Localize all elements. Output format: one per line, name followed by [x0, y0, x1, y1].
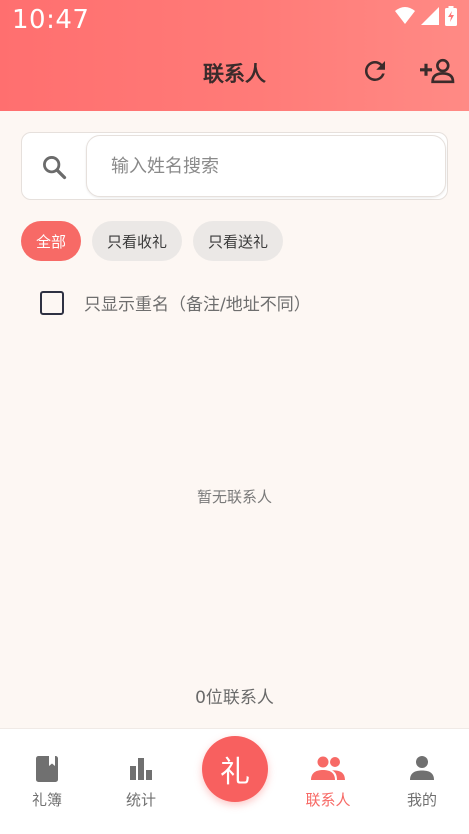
nav-item-contacts[interactable]: 联系人 — [281, 729, 375, 834]
status-bar: 10:47 — [0, 0, 469, 40]
search-box — [21, 132, 448, 200]
empty-state-message: 暂无联系人 — [196, 488, 272, 506]
person-add-icon — [420, 58, 455, 84]
status-icons — [395, 6, 457, 30]
refresh-icon — [364, 60, 385, 81]
duplicate-name-label[interactable]: 只显示重名（备注/地址不同） — [84, 290, 311, 315]
filter-chip-row: 全部 只看收礼 只看送礼 — [21, 221, 284, 261]
page-title: 联系人 — [203, 62, 266, 86]
search-icon — [43, 156, 67, 180]
person-icon — [410, 756, 434, 780]
refresh-button[interactable] — [360, 56, 390, 86]
add-contact-button[interactable] — [420, 56, 456, 86]
nav-item-gift-book[interactable]: 礼簿 — [0, 729, 94, 834]
contact-count: 0位联系人 — [195, 688, 274, 708]
search-input[interactable] — [86, 135, 446, 197]
status-time: 10:47 — [12, 5, 90, 35]
filter-chip-sent-only[interactable]: 只看送礼 — [193, 221, 284, 261]
nav-label-gift-book: 礼簿 — [31, 791, 62, 809]
bar-chart-icon — [130, 758, 152, 780]
wifi-icon — [395, 7, 415, 29]
duplicate-name-filter: 只显示重名（备注/地址不同） — [40, 290, 311, 315]
nav-label-statistics: 统计 — [125, 791, 156, 809]
nav-label-mine: 我的 — [406, 791, 437, 809]
filter-chip-received-only[interactable]: 只看收礼 — [92, 221, 183, 261]
nav-item-statistics[interactable]: 统计 — [94, 729, 188, 834]
header-bar: 10:47 联系人 — [0, 0, 469, 111]
nav-label-contacts: 联系人 — [305, 791, 351, 809]
people-icon — [311, 756, 345, 780]
book-icon — [36, 756, 58, 782]
add-gift-record-button[interactable]: 礼 — [202, 736, 268, 802]
duplicate-name-checkbox[interactable] — [40, 290, 64, 315]
battery-icon — [445, 6, 457, 30]
filter-chip-all[interactable]: 全部 — [21, 221, 82, 261]
cellular-signal-icon — [421, 7, 439, 29]
nav-item-mine[interactable]: 我的 — [375, 729, 469, 834]
